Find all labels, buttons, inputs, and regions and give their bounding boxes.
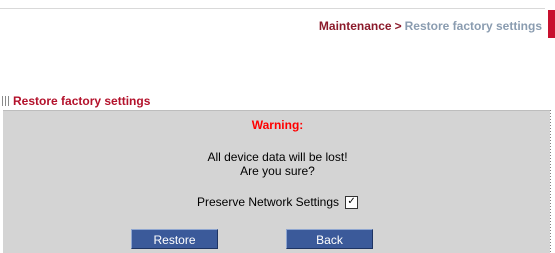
breadcrumb-separator: > bbox=[394, 19, 402, 33]
restore-button[interactable]: Restore bbox=[131, 229, 218, 249]
warning-message: All device data will be lost! Are you su… bbox=[0, 150, 555, 178]
warning-line-1: All device data will be lost! bbox=[207, 150, 348, 164]
checkmark-icon: ✓ bbox=[347, 196, 356, 207]
back-button[interactable]: Back bbox=[286, 229, 373, 249]
section-title: Restore factory settings bbox=[13, 94, 151, 108]
preserve-network-checkbox[interactable]: ✓ bbox=[345, 195, 359, 209]
breadcrumb-maintenance-link[interactable]: Maintenance bbox=[319, 19, 392, 33]
section-marker-icon bbox=[2, 96, 11, 106]
section-header: Restore factory settings bbox=[2, 94, 150, 108]
preserve-network-row: Preserve Network Settings ✓ bbox=[0, 195, 555, 209]
breadcrumb: Maintenance > Restore factory settings bbox=[319, 19, 542, 33]
preserve-network-label: Preserve Network Settings bbox=[196, 195, 340, 209]
warning-title: Warning: bbox=[251, 118, 304, 132]
red-edge-strip bbox=[548, 10, 555, 38]
breadcrumb-current-page: Restore factory settings bbox=[404, 19, 542, 33]
warning-line-2: Are you sure? bbox=[240, 164, 315, 178]
top-divider bbox=[0, 8, 545, 9]
